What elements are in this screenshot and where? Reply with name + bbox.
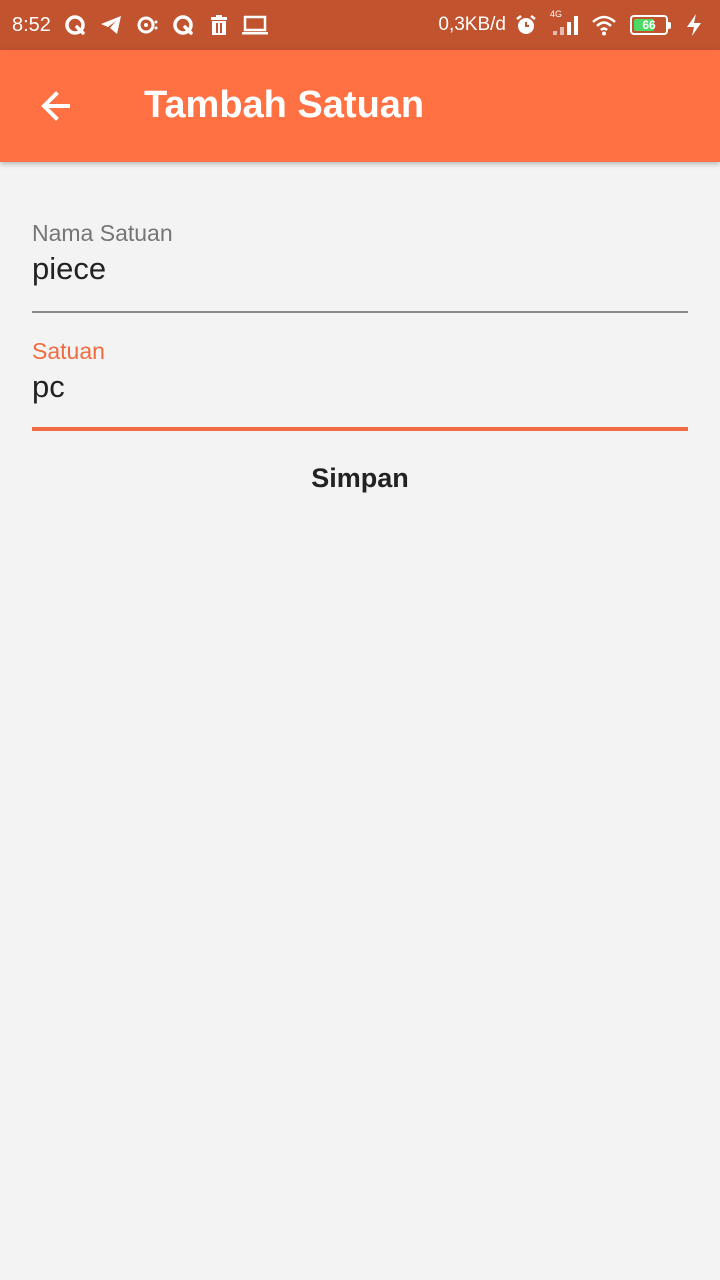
- wifi-icon: [590, 11, 618, 39]
- battery-level: 66: [642, 18, 656, 32]
- alarm-icon: [512, 11, 540, 39]
- q-app-icon: [61, 11, 89, 39]
- status-time: 8:52: [12, 13, 51, 36]
- satuan-input[interactable]: [32, 367, 688, 407]
- satuan-label: Satuan: [32, 338, 105, 364]
- save-button[interactable]: Simpan: [32, 452, 688, 504]
- laptop-icon: [241, 11, 269, 39]
- app-bar: Tambah Satuan: [0, 50, 720, 162]
- nama-satuan-input[interactable]: [32, 249, 688, 289]
- status-left-group: 8:52: [12, 11, 277, 39]
- telegram-icon: [97, 11, 125, 39]
- status-bar: 8:52 0,3KB/d 4G 66: [0, 0, 720, 50]
- network-speed: 0,3KB/d: [438, 14, 506, 35]
- page-title: Tambah Satuan: [144, 84, 425, 126]
- satuan-field: Satuan: [32, 338, 688, 431]
- q-chat-icon: [133, 11, 161, 39]
- battery-icon: 66: [630, 15, 671, 35]
- nama-satuan-underline: [32, 311, 688, 313]
- signal-type-label: 4G: [550, 9, 563, 19]
- nama-satuan-field: Nama Satuan: [32, 220, 688, 313]
- q-app-icon-2: [169, 11, 197, 39]
- signal-icon: 4G: [548, 9, 582, 39]
- trash-icon: [205, 11, 233, 39]
- charging-icon: [680, 11, 708, 39]
- nama-satuan-label: Nama Satuan: [32, 220, 173, 246]
- arrow-left-icon: [41, 91, 70, 121]
- satuan-underline: [32, 427, 688, 431]
- back-button[interactable]: [26, 78, 86, 134]
- status-right-group: 0,3KB/d 4G 66: [438, 9, 708, 39]
